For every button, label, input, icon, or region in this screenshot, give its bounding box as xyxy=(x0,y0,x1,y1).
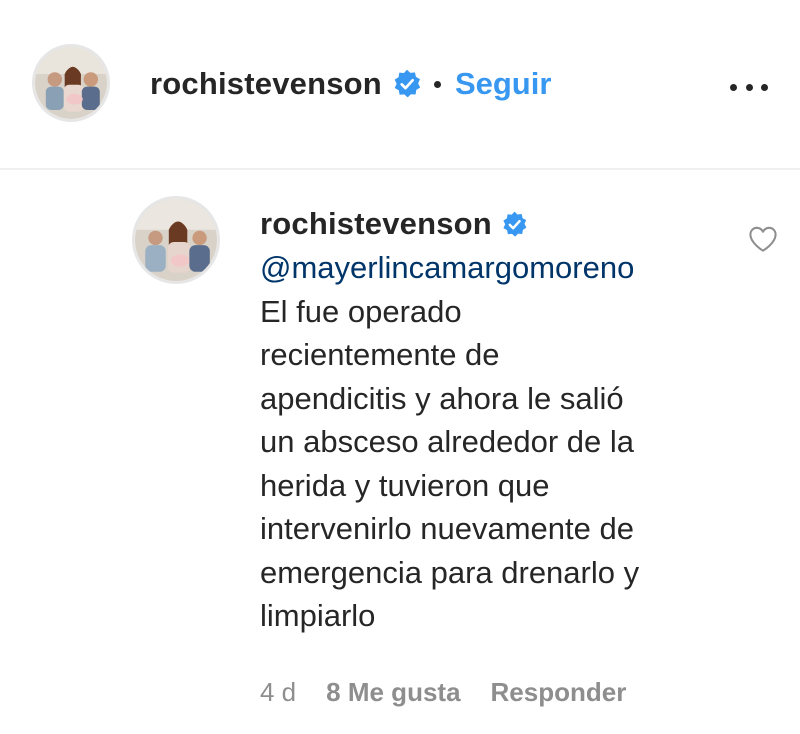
verified-badge-icon xyxy=(392,69,422,99)
comment-meta: 4 d 8 Me gusta Responder xyxy=(260,672,626,712)
separator-dot xyxy=(433,80,441,88)
more-dot xyxy=(761,83,768,91)
heart-outline-icon[interactable] xyxy=(748,225,778,253)
more-options-icon[interactable] xyxy=(730,80,768,94)
comment-timestamp[interactable]: 4 d xyxy=(260,677,296,708)
comment-text-line: herida y tuvieron que xyxy=(260,467,550,503)
mention-link[interactable]: @mayerlincamargomoreno xyxy=(260,246,710,290)
comment-user-row: rochistevenson xyxy=(260,202,710,246)
comment-likes-count[interactable]: 8 Me gusta xyxy=(326,677,460,708)
avatar-photo-icon xyxy=(35,47,107,119)
comment-body: rochistevenson @mayerlincamargomoreno El… xyxy=(260,202,710,638)
header-username[interactable]: rochistevenson xyxy=(150,66,382,102)
verified-badge-icon xyxy=(501,211,528,238)
comment-username[interactable]: rochistevenson xyxy=(260,206,492,242)
follow-button[interactable]: Seguir xyxy=(455,66,551,102)
comment-text-line: recientemente de xyxy=(260,337,500,372)
comment-text: @mayerlincamargomoreno El fue operado re… xyxy=(260,246,710,638)
comment-text-line: apendicitis y ahora le salió xyxy=(260,380,624,416)
comment-text-line: un absceso alrededor de la xyxy=(260,424,634,459)
header-user-row: rochistevenson Seguir xyxy=(150,62,551,106)
comment-text-line: intervenirlo nuevamente de xyxy=(260,511,634,546)
profile-avatar[interactable] xyxy=(32,44,110,122)
comment-avatar[interactable] xyxy=(132,196,220,284)
comment-text-line: El fue operado xyxy=(260,293,462,329)
more-dot xyxy=(745,83,753,91)
post-header: rochistevenson Seguir xyxy=(0,0,800,170)
more-dot xyxy=(730,83,737,91)
instagram-post-comments: rochistevenson Seguir rochistevenson @ma… xyxy=(0,0,800,734)
comment-text-line: limpiarlo xyxy=(260,598,376,633)
reply-button[interactable]: Responder xyxy=(491,677,627,708)
comment-text-line: emergencia para drenarlo y xyxy=(260,554,640,590)
avatar-photo-icon xyxy=(135,199,217,281)
